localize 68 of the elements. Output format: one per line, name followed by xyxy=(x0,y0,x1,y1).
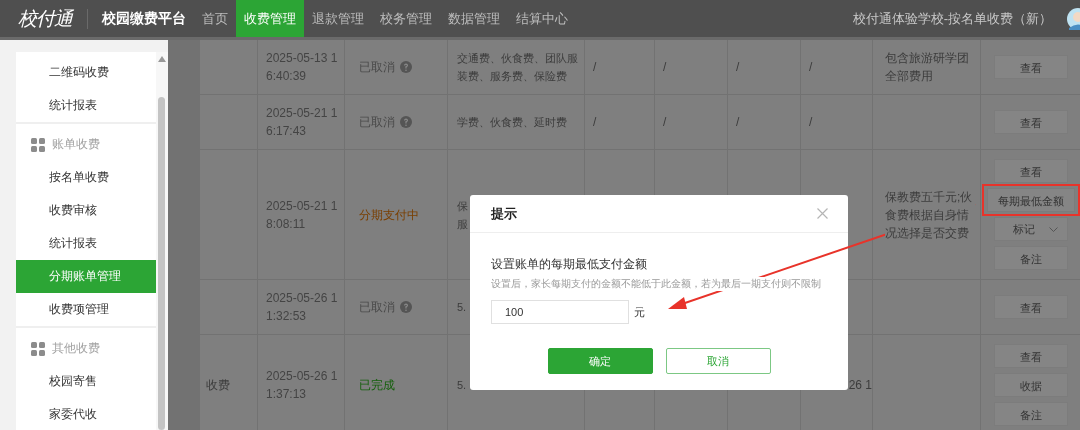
sidebar-item[interactable]: 收费审核 xyxy=(16,194,156,227)
sidebar-item[interactable]: 家委代收 xyxy=(16,398,156,430)
action-button[interactable]: 备注 xyxy=(993,246,1068,270)
logo: 校付通 xyxy=(18,6,72,31)
sidebar-item[interactable]: 统计报表 xyxy=(16,89,156,122)
grid-icon xyxy=(31,341,45,356)
action-button[interactable]: 收据 xyxy=(993,373,1068,397)
table-cell-text: / xyxy=(663,114,667,131)
sidebar-item[interactable]: 按名单收费 xyxy=(16,161,156,194)
action-button[interactable]: 查看 xyxy=(993,344,1068,368)
table-cell-text: 2025-05-26 11:37:13 xyxy=(266,368,339,403)
nav-tab[interactable]: 收费管理 xyxy=(236,0,304,37)
table-cell-text: 5. xyxy=(457,378,467,393)
table-cell-text: / xyxy=(809,59,813,76)
sidebar-item[interactable]: 校园寄售 xyxy=(16,365,156,398)
table-cell-text: 2025-05-26 11:32:53 xyxy=(266,290,339,325)
action-button[interactable]: 备注 xyxy=(993,402,1068,426)
table-cell-text: 2025-05-21 16:17:43 xyxy=(266,105,339,140)
action-button[interactable]: 查看 xyxy=(993,55,1068,79)
table-cell-text: / xyxy=(736,59,740,76)
nav-tab[interactable]: 退款管理 xyxy=(304,0,372,37)
table-cell-text: 26 1 xyxy=(848,377,872,394)
sidebar-item[interactable]: 收费项管理 xyxy=(16,293,156,326)
chevron-down-icon xyxy=(1049,226,1058,232)
sidebar-item[interactable]: 统计报表 xyxy=(16,227,156,260)
nav-tab[interactable]: 首页 xyxy=(194,0,236,37)
table-cell-text: / xyxy=(593,114,597,131)
confirm-button[interactable]: 确定 xyxy=(547,348,653,374)
table-cell-text: / xyxy=(663,59,667,76)
table-cell-text: / xyxy=(593,59,597,76)
table-cell-text: / xyxy=(736,114,740,131)
table-cell-text: 服 xyxy=(457,216,468,232)
nav-tab[interactable]: 校务管理 xyxy=(372,0,440,37)
scroll-up-icon xyxy=(158,56,166,62)
action-button[interactable]: 查看 xyxy=(993,159,1068,183)
action-button[interactable]: 每期最低金额 xyxy=(986,188,1075,212)
status-text: 已完成 xyxy=(359,377,395,394)
table-cell-text: 2025-05-21 18:08:11 xyxy=(266,197,339,233)
table-cell-text: 交通费、伙食费、团队服装费、服务费、保险费 xyxy=(457,51,579,84)
unit-label: 元 xyxy=(634,304,645,320)
table-cell-text: 学费、伙食费、延时费 xyxy=(457,115,567,130)
close-icon xyxy=(817,208,828,219)
field-label: 设置账单的每期最低支付金额 xyxy=(491,256,648,273)
platform-title: 校园缴费平台 xyxy=(102,9,186,28)
amount-field[interactable]: 100 xyxy=(491,300,629,324)
table-cell-text: 2025-05-13 16:40:39 xyxy=(266,50,339,85)
school-name: 校付通体验学校-按名单收费（新） xyxy=(852,9,1052,28)
cancel-button[interactable]: 取消 xyxy=(665,348,771,374)
mark-dropdown[interactable]: 标记 xyxy=(993,217,1068,241)
sidebar-item[interactable]: 二维码收费 xyxy=(16,56,156,89)
sidebar-item[interactable]: 分期账单管理 xyxy=(16,260,156,293)
grid-icon xyxy=(31,137,45,152)
menu-group-title: 账单收费 xyxy=(52,136,100,153)
scrollbar[interactable] xyxy=(156,52,168,430)
status-text: 分期支付中 xyxy=(359,206,419,224)
avatar-icon xyxy=(1066,7,1080,30)
table-cell-text: 5. xyxy=(457,300,467,315)
menu-group-title: 其他收费 xyxy=(52,340,100,357)
nav-tab[interactable]: 数据管理 xyxy=(440,0,508,37)
table-cell-text: 保 xyxy=(457,198,468,214)
nav-tab[interactable]: 结算中心 xyxy=(508,0,576,37)
dropdown-label: 标记 xyxy=(1013,222,1035,237)
table-cell-text: / xyxy=(809,114,813,131)
dialog-title: 提示 xyxy=(491,204,517,223)
action-button[interactable]: 查看 xyxy=(993,110,1068,134)
table-cell-text: 收费 xyxy=(206,377,230,394)
action-button[interactable]: 查看 xyxy=(993,295,1068,319)
scroll-thumb[interactable] xyxy=(158,97,165,430)
